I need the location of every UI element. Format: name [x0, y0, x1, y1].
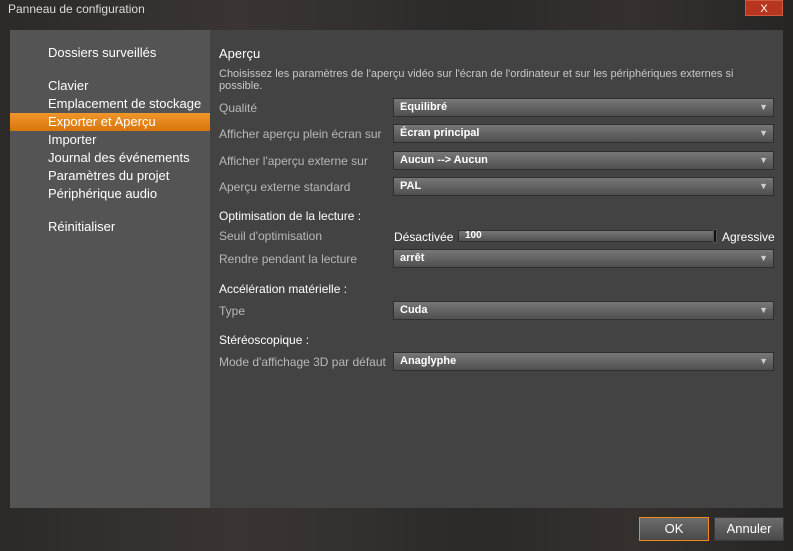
3d-mode-value: Anaglyphe — [400, 355, 457, 367]
sidebar-item-project-settings[interactable]: Paramètres du projet — [10, 167, 210, 185]
external-standard-label: Aperçu externe standard — [219, 180, 351, 194]
quality-select[interactable]: Equilibré ▼ — [393, 98, 774, 117]
external-preview-value: Aucun --> Aucun — [400, 154, 488, 166]
stereo-heading: Stéréoscopique : — [219, 333, 310, 347]
chevron-down-icon: ▼ — [759, 305, 768, 315]
chevron-down-icon: ▼ — [759, 102, 768, 112]
external-preview-label: Afficher l'aperçu externe sur — [219, 154, 368, 168]
playback-heading: Optimisation de la lecture : — [219, 209, 362, 223]
quality-value: Equilibré — [400, 101, 448, 113]
type-label: Type — [219, 304, 246, 318]
render-select[interactable]: arrêt ▼ — [393, 249, 774, 268]
fullscreen-label: Afficher aperçu plein écran sur — [219, 127, 382, 141]
close-button[interactable]: X — [745, 0, 783, 16]
slider-value: 100 — [465, 230, 482, 241]
slider-thumb[interactable] — [713, 229, 717, 243]
chevron-down-icon: ▼ — [759, 155, 768, 165]
sidebar-item-storage[interactable]: Emplacement de stockage — [10, 95, 210, 113]
threshold-label: Seuil d'optimisation — [219, 229, 323, 243]
fullscreen-value: Écran principal — [400, 127, 480, 139]
sidebar-item-reset[interactable]: Réinitialiser — [10, 218, 210, 236]
hardware-heading: Accélération matérielle : — [219, 282, 348, 296]
sidebar: Dossiers surveillés Clavier Emplacement … — [10, 30, 210, 508]
slider-min-label: Désactivée — [394, 230, 454, 244]
render-label: Rendre pendant la lecture — [219, 252, 358, 266]
cancel-button[interactable]: Annuler — [714, 517, 784, 541]
sidebar-item-import[interactable]: Importer — [10, 131, 210, 149]
page-title: Aperçu — [219, 46, 261, 61]
render-value: arrêt — [400, 252, 425, 264]
description: Choisissez les paramètres de l'aperçu vi… — [219, 68, 734, 92]
sidebar-item-keyboard[interactable]: Clavier — [10, 77, 210, 95]
type-value: Cuda — [400, 304, 428, 316]
external-standard-value: PAL — [400, 180, 422, 192]
external-standard-select[interactable]: PAL ▼ — [393, 177, 774, 196]
ok-button[interactable]: OK — [639, 517, 709, 541]
slider-max-label: Agressive — [722, 230, 775, 244]
3d-mode-select[interactable]: Anaglyphe ▼ — [393, 352, 774, 371]
sidebar-item-event-log[interactable]: Journal des événements — [10, 149, 210, 167]
type-select[interactable]: Cuda ▼ — [393, 301, 774, 320]
sidebar-item-export-preview[interactable]: Exporter et Aperçu — [10, 113, 210, 131]
fullscreen-select[interactable]: Écran principal ▼ — [393, 124, 774, 143]
settings-panel: Dossiers surveillés Clavier Emplacement … — [10, 30, 783, 508]
window-title: Panneau de configuration — [8, 2, 145, 16]
external-preview-select[interactable]: Aucun --> Aucun ▼ — [393, 151, 774, 170]
threshold-slider[interactable]: 100 — [458, 230, 716, 242]
chevron-down-icon: ▼ — [759, 128, 768, 138]
chevron-down-icon: ▼ — [759, 181, 768, 191]
sidebar-item-audio-device[interactable]: Périphérique audio — [10, 185, 210, 203]
3d-mode-label: Mode d'affichage 3D par défaut — [219, 355, 386, 369]
sidebar-item-watched-folders[interactable]: Dossiers surveillés — [10, 44, 210, 62]
chevron-down-icon: ▼ — [759, 356, 768, 366]
chevron-down-icon: ▼ — [759, 253, 768, 263]
quality-label: Qualité — [219, 101, 258, 115]
